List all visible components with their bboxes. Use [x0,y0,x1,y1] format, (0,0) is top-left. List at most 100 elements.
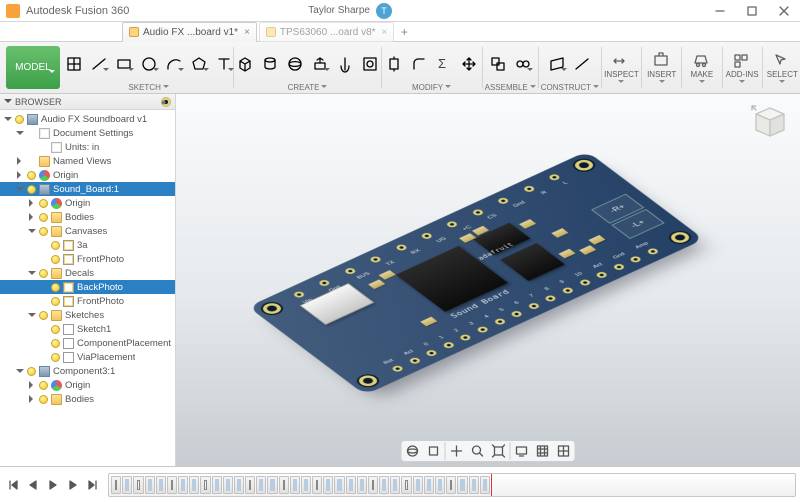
visibility-bulb-icon[interactable] [39,213,48,222]
grid-button[interactable] [533,442,553,460]
timeline-feature[interactable] [167,476,177,494]
workspace-switcher[interactable]: MODEL [6,46,60,89]
hole-button[interactable] [358,52,382,76]
group-label[interactable]: CONSTRUCT [541,83,599,93]
tree-node[interactable]: Component3:1 [0,364,175,378]
maximize-button[interactable] [736,0,768,22]
timeline-feature[interactable] [122,476,132,494]
tree-node[interactable]: Bodies [0,392,175,406]
tree-node[interactable]: Origin [0,378,175,392]
tree-node[interactable]: ViaPlacement [0,350,175,364]
tree-node[interactable]: Document Settings [0,126,175,140]
box-button[interactable] [233,52,257,76]
pin-icon[interactable]: ● [161,97,171,107]
visibility-bulb-icon[interactable] [51,339,60,348]
expand-arrow-icon[interactable] [16,366,24,377]
undo-button[interactable] [70,24,90,40]
joint-button[interactable] [511,52,535,76]
timeline-feature[interactable] [267,476,277,494]
timeline-strip[interactable] [108,473,796,497]
display-settings-button[interactable] [512,442,532,460]
viewports-button[interactable] [554,442,574,460]
expand-arrow-icon[interactable] [28,310,36,321]
timeline-playhead[interactable] [491,474,492,496]
tree-node[interactable]: 3a [0,238,175,252]
tree-node[interactable]: Sound_Board:1 [0,182,175,196]
tab-close-icon[interactable]: × [244,27,250,38]
document-tab-inactive[interactable]: TPS63060 ...oard v8* × [259,22,394,42]
document-tab-active[interactable]: Audio FX ...board v1* × [122,22,257,42]
tree-node[interactable]: FrontPhoto [0,294,175,308]
timeline-play-button[interactable] [44,476,62,494]
plane-button[interactable] [545,52,569,76]
visibility-bulb-icon[interactable] [39,381,48,390]
revolve-button[interactable] [333,52,357,76]
timeline-settings-button[interactable] [493,473,793,497]
expand-arrow-icon[interactable] [28,213,36,221]
timeline-feature[interactable] [435,476,445,494]
extrude-button[interactable] [308,52,332,76]
sphere-button[interactable] [283,52,307,76]
tree-node[interactable]: Units: in [0,140,175,154]
fit-button[interactable] [489,442,509,460]
expand-arrow-icon[interactable] [16,157,24,165]
visibility-bulb-icon[interactable] [51,255,60,264]
tree-node[interactable]: Decals [0,266,175,280]
select-button[interactable]: SELECT [765,42,800,93]
timeline-feature[interactable] [301,476,311,494]
timeline-feature[interactable] [413,476,423,494]
expand-arrow-icon[interactable] [28,226,36,237]
timeline-feature[interactable] [290,476,300,494]
expand-arrow-icon[interactable] [28,395,36,403]
expand-arrow-icon[interactable] [28,381,36,389]
polygon-button[interactable] [187,52,211,76]
expand-arrow-icon[interactable] [16,184,24,195]
redo-button[interactable] [92,24,112,40]
timeline-feature[interactable] [357,476,367,494]
tree-node[interactable]: Origin [0,196,175,210]
timeline-feature[interactable] [156,476,166,494]
group-label[interactable]: MODIFY [412,83,451,93]
line-button[interactable] [87,52,111,76]
timeline-feature[interactable] [390,476,400,494]
visibility-bulb-icon[interactable] [51,283,60,292]
expand-arrow-icon[interactable] [28,268,36,279]
pan-button[interactable] [447,442,467,460]
timeline-back-button[interactable] [24,476,42,494]
move-button[interactable] [457,52,481,76]
inspect-button[interactable]: INSPECT [604,42,639,93]
visibility-bulb-icon[interactable] [39,269,48,278]
orbit-button[interactable] [403,442,423,460]
expand-arrow-icon[interactable] [28,199,36,207]
timeline-feature[interactable] [457,476,467,494]
view-cube[interactable] [746,102,790,146]
new-tab-button[interactable]: + [396,25,412,39]
timeline-feature[interactable] [145,476,155,494]
look-at-button[interactable] [424,442,444,460]
timeline-feature[interactable] [312,476,322,494]
tree-node[interactable]: Sketches [0,308,175,322]
insert-button[interactable]: INSERT [644,42,679,93]
timeline-feature[interactable] [323,476,333,494]
cylinder-button[interactable] [258,52,282,76]
rectangle-button[interactable] [112,52,136,76]
file-menu-button[interactable] [26,24,46,40]
arc-button[interactable] [162,52,186,76]
visibility-bulb-icon[interactable] [39,395,48,404]
timeline-feature[interactable] [279,476,289,494]
visibility-bulb-icon[interactable] [27,171,36,180]
timeline-feature[interactable] [245,476,255,494]
timeline-feature[interactable] [446,476,456,494]
timeline-feature[interactable] [334,476,344,494]
visibility-bulb-icon[interactable] [27,185,36,194]
timeline-feature[interactable] [178,476,188,494]
visibility-bulb-icon[interactable] [27,367,36,376]
save-button[interactable] [48,24,68,40]
visibility-bulb-icon[interactable] [15,115,24,124]
timeline-feature[interactable] [212,476,222,494]
timeline-feature[interactable] [223,476,233,494]
zoom-button[interactable] [468,442,488,460]
timeline-end-button[interactable] [84,476,102,494]
timeline-feature[interactable] [469,476,479,494]
axis-button[interactable] [570,52,594,76]
